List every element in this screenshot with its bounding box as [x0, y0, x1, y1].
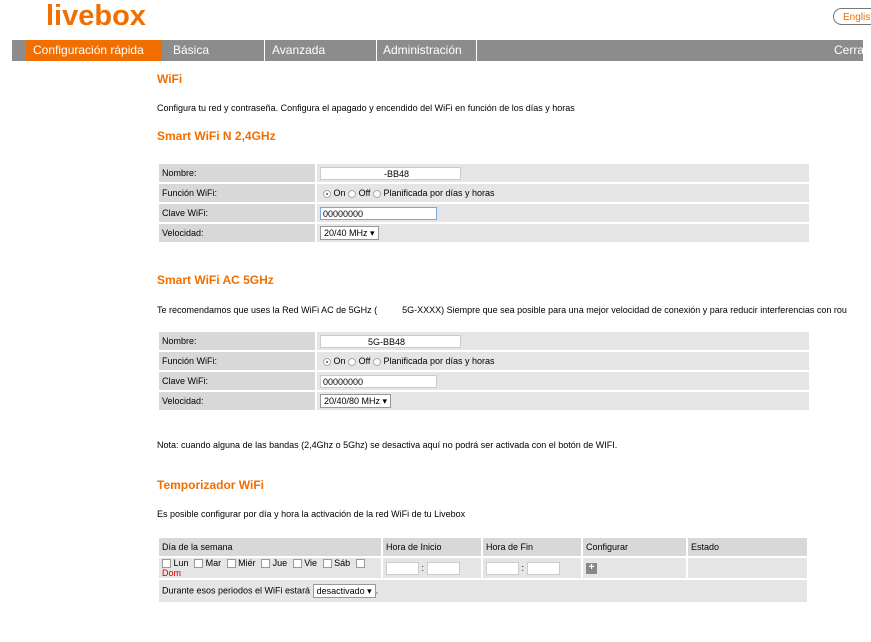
band5-name-input[interactable]: 5G-BB48 [320, 334, 461, 348]
col-status: Estado [686, 536, 809, 558]
key-label: Clave WiFi: [157, 202, 317, 224]
band5-form: Nombre: 5G-BB48 Función WiFi: On Off Pla… [157, 330, 811, 412]
day-label: Lun [173, 558, 189, 568]
band5-recommendation: Te recomendamos que uses la Red WiFi AC … [157, 305, 847, 315]
wifi-title: WiFi [157, 72, 183, 86]
band5-radio-off[interactable] [348, 357, 357, 366]
day-checkbox-sab[interactable] [322, 559, 332, 569]
during-end: . [375, 585, 379, 596]
col-days: Día de la semana [157, 536, 383, 558]
nav-configuracion-rapida[interactable]: Configuración rápida [26, 40, 162, 61]
livebox-logo: livebox [46, 0, 146, 32]
radio-planned-label: Planificada por días y horas [383, 188, 495, 198]
status-cell [686, 555, 809, 581]
col-start: Hora de Inicio [381, 536, 483, 558]
band5-speed-select[interactable]: 20/40/80 MHz ▾ [320, 394, 392, 408]
nav-separator [376, 40, 377, 61]
select-value: 20/40/80 MHz [324, 396, 381, 406]
day-label: Sáb [334, 558, 351, 568]
note-text: Nota: cuando alguna de las bandas (2,4Gh… [157, 440, 618, 450]
band24-title: Smart WiFi N 2,4GHz [157, 129, 276, 143]
band5-key-input[interactable]: 00000000 [320, 374, 437, 388]
key-label: Clave WiFi: [157, 370, 317, 392]
end-minute-input[interactable] [526, 561, 560, 575]
day-checkbox-jue[interactable] [261, 559, 271, 569]
wifi-description: Configura tu red y contraseña. Configura… [157, 103, 575, 113]
radio-off-label: Off [358, 188, 371, 198]
nav-administracion[interactable]: Administración [383, 40, 462, 61]
start-cell: : [381, 555, 483, 581]
band5-radio-planned[interactable] [372, 357, 381, 366]
start-hour-input[interactable] [386, 561, 419, 575]
day-label: Vie [304, 558, 318, 568]
timer-table: Día de la semana Hora de Inicio Hora de … [157, 536, 809, 605]
band24-name-input[interactable]: -BB48 [320, 166, 461, 180]
radio-on-label: On [333, 356, 346, 366]
day-checkbox-lun[interactable] [162, 559, 171, 569]
timer-title: Temporizador WiFi [157, 478, 265, 492]
nav-basica[interactable]: Básica [173, 40, 209, 61]
select-value: desactivado [316, 586, 365, 597]
radio-on-label: On [333, 188, 346, 198]
day-checkbox-mier[interactable] [226, 559, 236, 569]
function-label: Función WiFi: [157, 182, 317, 204]
day-checkbox-dom[interactable] [355, 559, 365, 569]
speed-label: Velocidad: [157, 390, 317, 412]
name-label: Nombre: [157, 162, 317, 184]
recommend-part1: Te recomendamos que uses la Red WiFi AC … [157, 305, 378, 315]
band24-speed-select[interactable]: 20/40 MHz ▾ [320, 226, 379, 240]
day-checkbox-mar[interactable] [194, 559, 204, 569]
day-label: Miér [238, 558, 256, 568]
band24-key-input[interactable]: 00000000 [320, 206, 437, 220]
main-nav: Configuración rápida Básica Avanzada Adm… [12, 40, 868, 61]
nav-separator [476, 40, 477, 61]
config-cell: + [581, 555, 688, 581]
time-separator: : [421, 562, 425, 573]
day-label: Mar [205, 558, 222, 568]
during-row: Durante esos periodos el WiFi estará des… [157, 578, 809, 605]
day-label-sunday: Dom [162, 568, 182, 579]
radio-off-label: Off [358, 356, 371, 366]
end-hour-input[interactable] [486, 561, 519, 575]
nav-avanzada[interactable]: Avanzada [272, 40, 325, 61]
band24-radio-planned[interactable] [372, 189, 381, 198]
timer-description: Es posible configurar por día y hora la … [157, 509, 466, 519]
speed-label: Velocidad: [157, 222, 317, 244]
band5-radio-on[interactable] [323, 357, 331, 366]
band24-radio-off[interactable] [348, 189, 357, 198]
band24-form: Nombre: -BB48 Función WiFi: On Off Plani… [157, 162, 811, 244]
day-label: Jue [272, 558, 288, 568]
during-label: Durante esos periodos el WiFi estará [162, 585, 311, 596]
select-value: 20/40 MHz [324, 228, 368, 238]
language-button[interactable]: English [833, 8, 871, 25]
time-separator: : [521, 562, 525, 573]
start-minute-input[interactable] [426, 561, 460, 575]
band24-radio-on[interactable] [323, 189, 331, 198]
day-checkbox-vie[interactable] [292, 559, 302, 569]
recommend-part2: 5G-XXXX) Siempre que sea posible para un… [402, 305, 847, 315]
nav-separator [264, 40, 265, 61]
nav-logout[interactable]: Cerrar [834, 40, 868, 61]
col-end: Hora de Fin [481, 536, 583, 558]
during-select[interactable]: desactivado ▾ [312, 584, 376, 599]
add-schedule-button[interactable]: + [586, 562, 597, 574]
days-cell: Lun Mar Miér Jue Vie Sáb Dom [157, 555, 383, 581]
col-config: Configurar [581, 536, 688, 558]
end-cell: : [481, 555, 583, 581]
name-label: Nombre: [157, 330, 317, 352]
radio-planned-label: Planificada por días y horas [383, 356, 495, 366]
band5-title: Smart WiFi AC 5GHz [157, 273, 274, 287]
function-label: Función WiFi: [157, 350, 317, 372]
